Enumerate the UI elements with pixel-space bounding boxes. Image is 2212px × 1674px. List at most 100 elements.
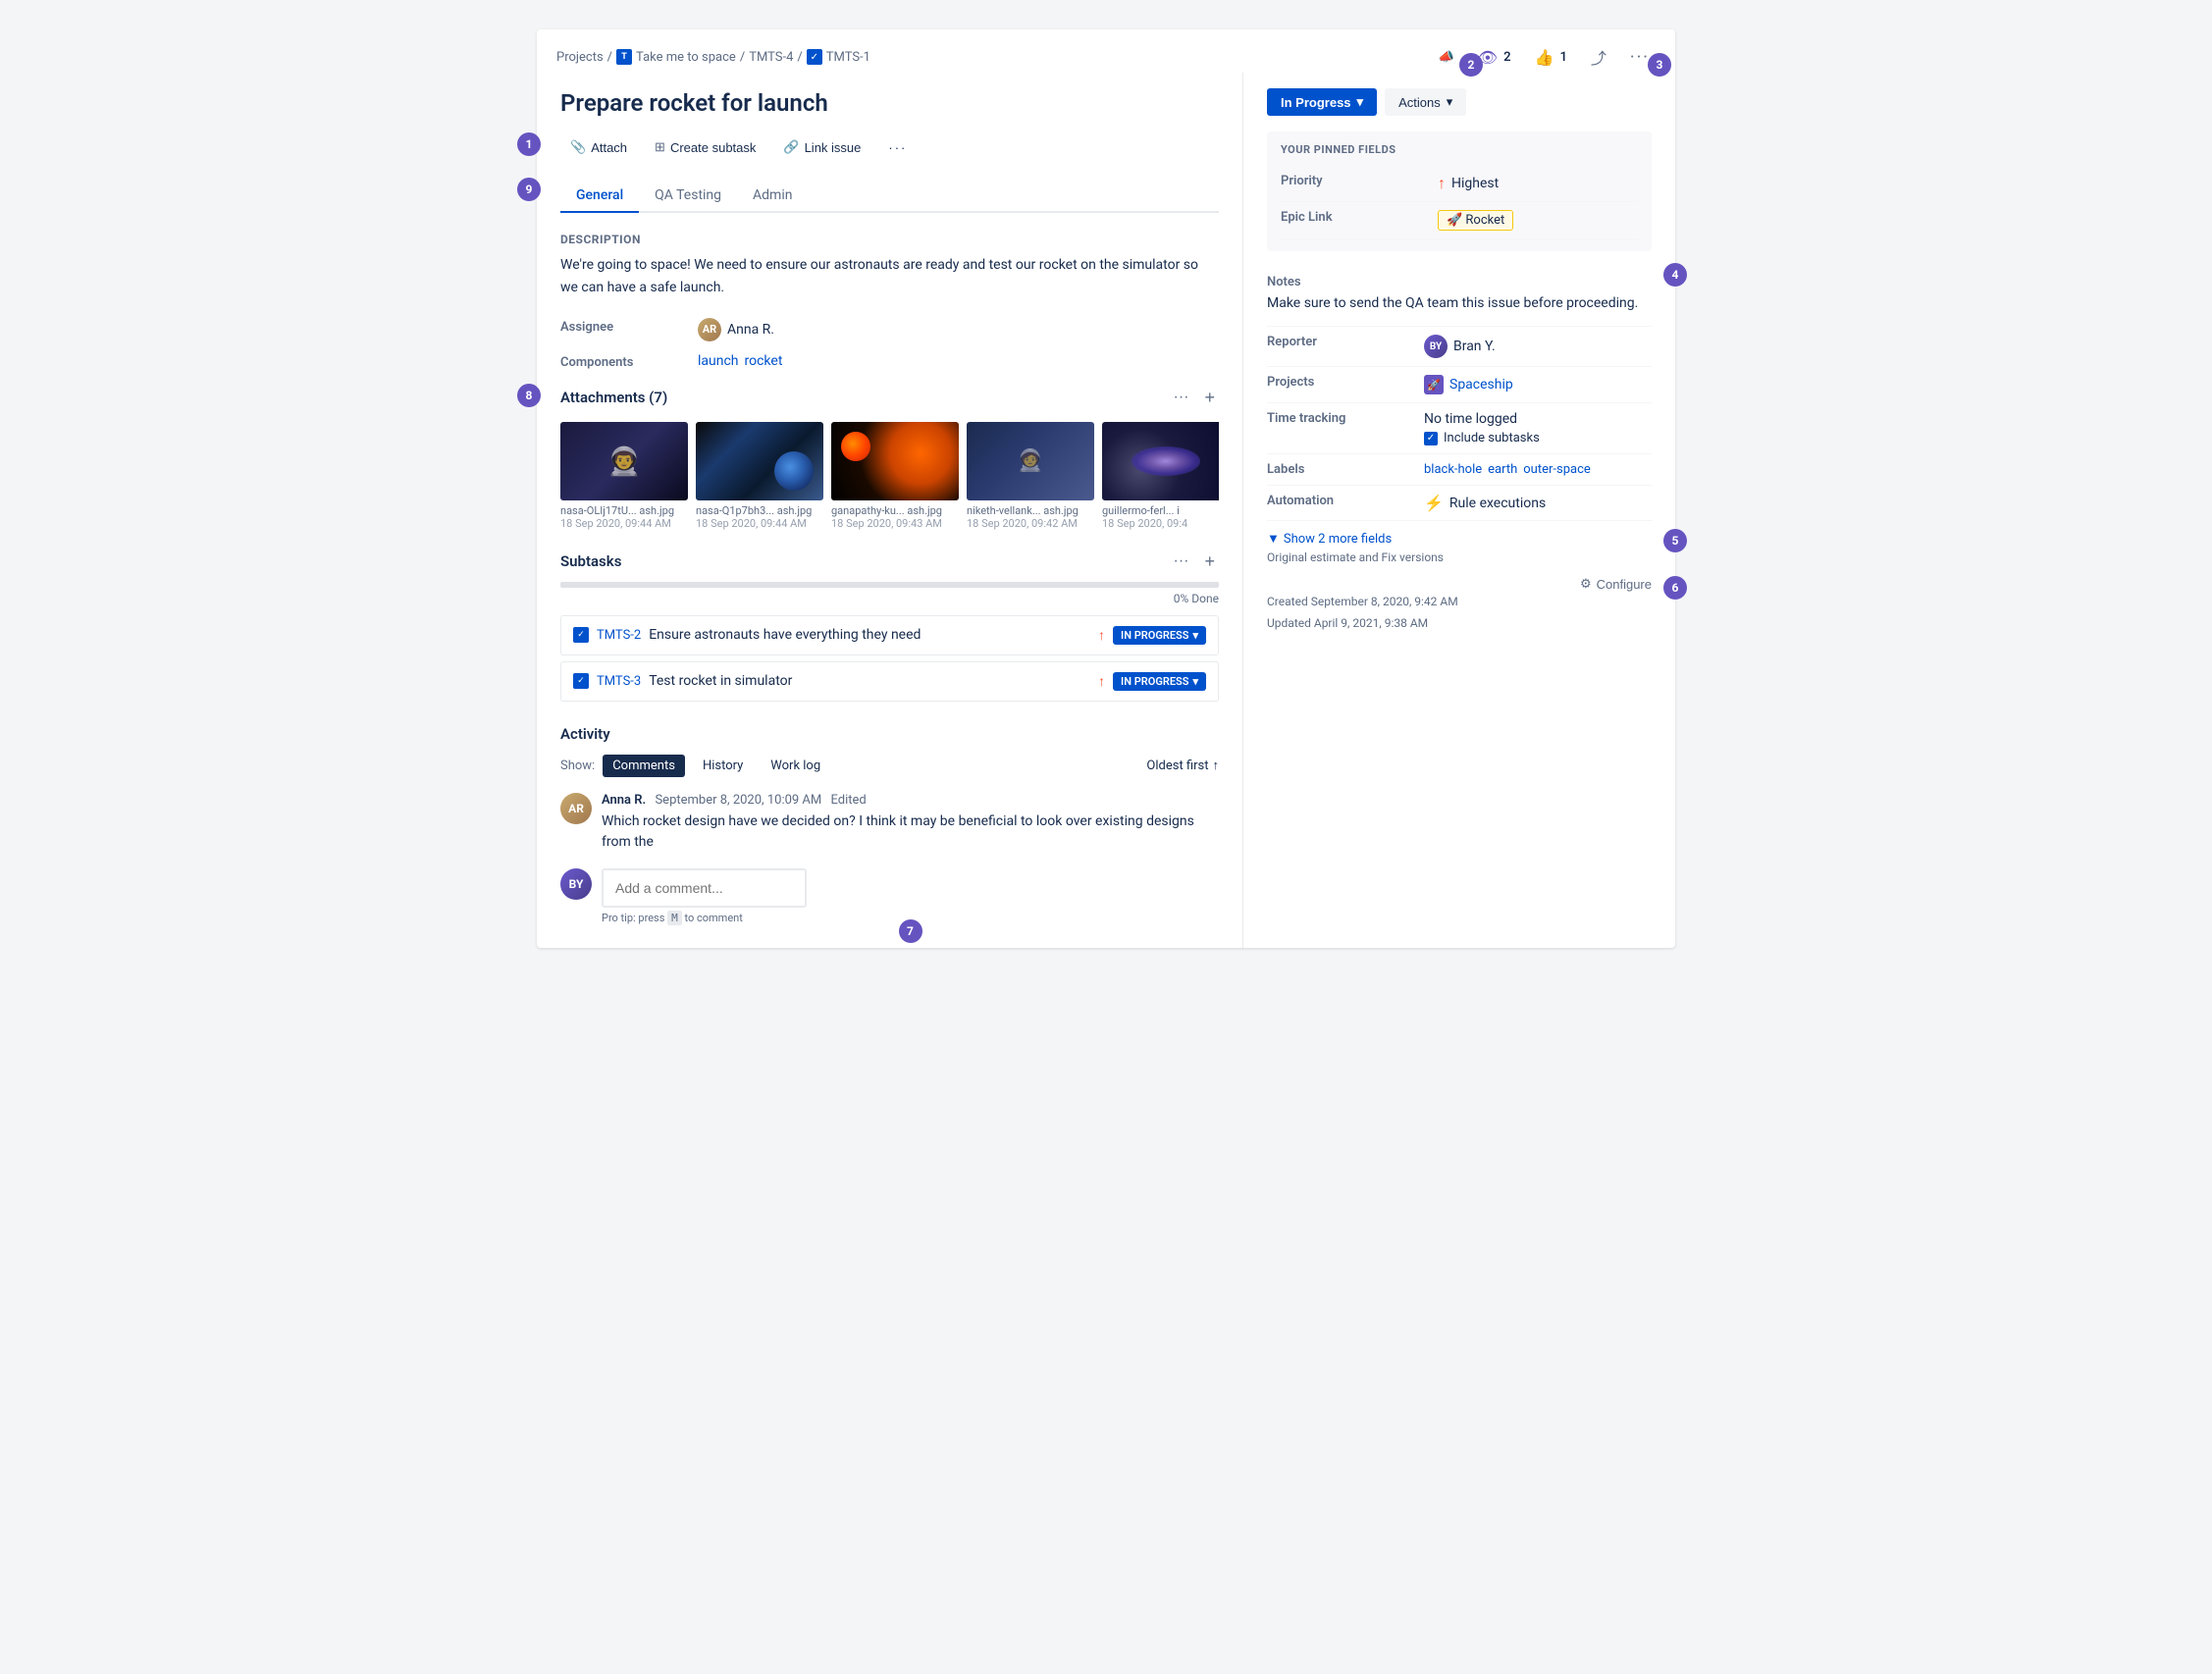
component-launch[interactable]: launch [698, 353, 739, 369]
issue-title: Prepare rocket for launch [560, 88, 1219, 119]
earth-shape [774, 451, 814, 491]
like-button[interactable]: 👍 1 [1529, 44, 1573, 71]
gear-icon: ⚙ [1580, 576, 1592, 592]
subtask-1-icon: ✓ [573, 627, 589, 643]
subtask-2-id[interactable]: TMTS-3 [597, 674, 641, 689]
pro-tip-suffix: to comment [685, 912, 743, 924]
attachment-4-date: 18 Sep 2020, 09:42 AM [967, 517, 1094, 530]
attachments-add-button[interactable]: + [1200, 386, 1219, 410]
breadcrumb-space[interactable]: Take me to space [636, 50, 736, 65]
comment-1-body: Anna R. September 8, 2020, 10:09 AM Edit… [602, 793, 1219, 853]
attachment-3-name: ganapathy-ku... ash.jpg [831, 504, 959, 517]
configure-button[interactable]: ⚙ Configure [1580, 576, 1652, 592]
attachment-5-name: guillermo-ferl... i [1102, 504, 1219, 517]
share-button[interactable]: ⤴ [1585, 41, 1612, 73]
subtask-1-id[interactable]: TMTS-2 [597, 628, 641, 643]
attachment-4[interactable]: 🧑‍🚀 niketh-vellank... ash.jpg 18 Sep 202… [967, 422, 1094, 530]
assignee-name: Anna R. [727, 322, 774, 338]
automation-label: Automation [1267, 494, 1424, 508]
attachment-2-name: nasa-Q1p7bh3... ash.jpg [696, 504, 823, 517]
status-button[interactable]: In Progress ▾ [1267, 88, 1377, 116]
epic-link-value: 🚀 Rocket [1438, 210, 1513, 231]
breadcrumb-projects[interactable]: Projects [556, 50, 604, 65]
breadcrumb-issue-icon: ✓ [807, 49, 822, 65]
status-bar: 2 3 In Progress ▾ Actions ▾ [1267, 88, 1652, 116]
label-earth[interactable]: earth [1488, 462, 1517, 477]
comment-1-edited: Edited [831, 793, 867, 808]
attachments-more-button[interactable]: ··· [1170, 386, 1193, 410]
assignee-value: AR Anna R. [698, 318, 774, 341]
component-rocket[interactable]: rocket [745, 353, 783, 369]
priority-text: Highest [1451, 176, 1499, 191]
breadcrumb-sep2: / [740, 50, 745, 65]
like-count: 1 [1559, 50, 1566, 65]
activity-sort-label: Oldest first [1146, 759, 1208, 773]
comment-1-text: Which rocket design have we decided on? … [602, 811, 1219, 853]
include-subtasks-label: Include subtasks [1444, 431, 1540, 445]
current-user-avatar: BY [560, 868, 592, 900]
attach-button[interactable]: 📎 Attach [560, 134, 637, 160]
watch-count: 2 [1503, 50, 1510, 65]
subtask-2-status[interactable]: IN PROGRESS ▾ [1113, 672, 1206, 691]
attachment-thumb-2 [696, 422, 823, 500]
timestamp-section: Created September 8, 2020, 9:42 AM Updat… [1267, 592, 1458, 634]
more-toolbar-button[interactable]: ··· [878, 135, 917, 160]
subtasks-add-button[interactable]: + [1200, 549, 1219, 574]
epic-link-tag[interactable]: 🚀 Rocket [1438, 210, 1513, 231]
chevron-down-icon: ▼ [1267, 531, 1280, 547]
actions-dropdown-icon: ▾ [1447, 94, 1453, 110]
notes-label: Notes [1267, 275, 1652, 289]
activity-sort[interactable]: Oldest first ↑ [1146, 758, 1219, 773]
link-issue-button[interactable]: 🔗 Link issue [773, 134, 870, 160]
subtask-row-1[interactable]: ✓ TMTS-2 Ensure astronauts have everythi… [560, 615, 1219, 655]
subtasks-more-button[interactable]: ··· [1170, 549, 1193, 574]
actions-label: Actions [1398, 95, 1441, 110]
description-text: We're going to space! We need to ensure … [560, 254, 1219, 298]
comment-1-avatar: AR [560, 793, 592, 824]
subtask-1-status[interactable]: IN PROGRESS ▾ [1113, 626, 1206, 645]
labels-field: Labels black-hole earth outer-space [1267, 454, 1652, 486]
tab-qa-testing[interactable]: QA Testing [639, 180, 737, 213]
description-section: Description We're going to space! We nee… [560, 233, 1219, 298]
right-panel: 2 3 In Progress ▾ Actions ▾ [1243, 73, 1675, 948]
attachments-title: Attachments (7) [560, 389, 667, 406]
attachment-thumb-1: 👨‍🚀 [560, 422, 688, 500]
attachment-3-date: 18 Sep 2020, 09:43 AM [831, 517, 959, 530]
show-more-button[interactable]: ▼ Show 2 more fields [1267, 521, 1652, 550]
priority-value: ↑ Highest [1438, 174, 1499, 193]
configure-label: Configure [1597, 577, 1652, 592]
actions-button[interactable]: Actions ▾ [1385, 88, 1466, 116]
label-black-hole[interactable]: black-hole [1424, 462, 1482, 477]
activity-tab-comments[interactable]: Comments [603, 755, 685, 777]
description-label: Description [560, 233, 1219, 246]
paperclip-icon: 📎 [570, 139, 586, 155]
subtask-2-right: ↑ IN PROGRESS ▾ [1098, 672, 1206, 691]
attachment-5[interactable]: guillermo-ferl... i 18 Sep 2020, 09:4 [1102, 422, 1219, 530]
attachment-1[interactable]: 👨‍🚀 nasa-OLIj17tU... ash.jpg 18 Sep 2020… [560, 422, 688, 530]
breadcrumb-project-icon: T [616, 49, 632, 65]
megaphone-icon: 📣 [1439, 50, 1454, 65]
activity-tab-worklog[interactable]: Work log [761, 755, 830, 777]
breadcrumb-parent[interactable]: TMTS-4 [749, 50, 793, 65]
subtask-row-2[interactable]: ✓ TMTS-3 Test rocket in simulator ↑ IN P… [560, 661, 1219, 702]
breadcrumb-current[interactable]: TMTS-1 [826, 50, 870, 65]
include-subtasks-checkbox[interactable]: ✓ [1424, 432, 1438, 445]
callout-1: 1 [517, 132, 541, 156]
attachment-2[interactable]: nasa-Q1p7bh3... ash.jpg 18 Sep 2020, 09:… [696, 422, 823, 530]
time-tracking-label: Time tracking [1267, 411, 1424, 426]
subtask-2-name: Test rocket in simulator [649, 673, 792, 689]
label-outer-space[interactable]: outer-space [1523, 462, 1591, 477]
updated-value: April 9, 2021, 9:38 AM [1314, 616, 1428, 630]
show-more-sub: Original estimate and Fix versions [1267, 550, 1652, 564]
create-subtask-button[interactable]: ⊞ Create subtask [645, 134, 765, 160]
megaphone-button[interactable]: 📣 [1433, 46, 1460, 69]
projects-spaceship[interactable]: Spaceship [1449, 377, 1513, 392]
tab-admin[interactable]: Admin [737, 180, 808, 213]
priority-label: Priority [1281, 174, 1438, 188]
comment-input[interactable] [602, 868, 807, 908]
activity-tab-history[interactable]: History [693, 755, 753, 777]
tab-general[interactable]: General [560, 180, 639, 213]
pro-tip-key: M [667, 911, 682, 925]
projects-field: Projects 🚀 Spaceship [1267, 367, 1652, 403]
attachment-3[interactable]: ganapathy-ku... ash.jpg 18 Sep 2020, 09:… [831, 422, 959, 530]
